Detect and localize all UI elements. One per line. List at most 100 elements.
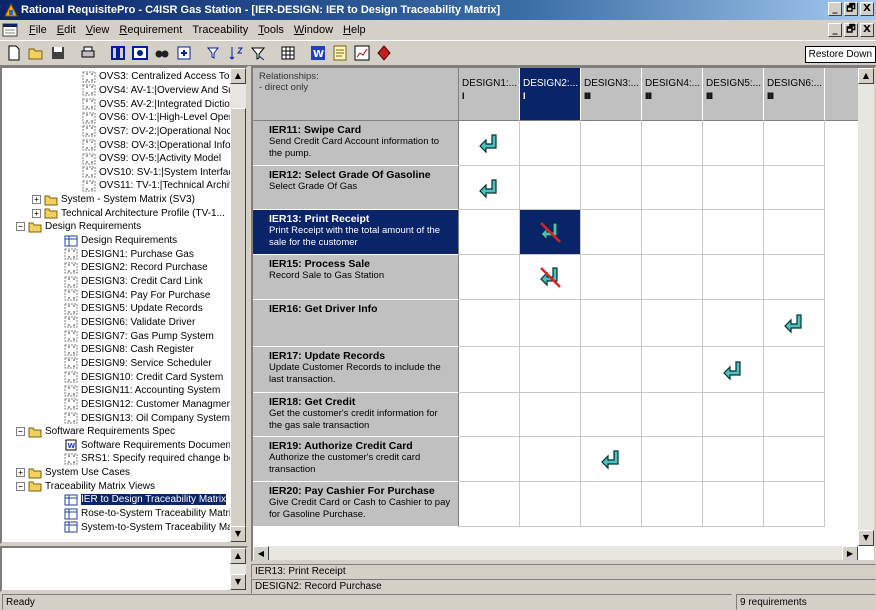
row-header[interactable]: IER19: Authorize Credit Card Authorize th… bbox=[253, 437, 459, 482]
tree-item[interactable]: DESIGN13: Oil Company System bbox=[64, 411, 230, 425]
rose-icon[interactable] bbox=[374, 43, 394, 63]
tree-item[interactable]: System-to-System Traceability Matri... bbox=[64, 520, 232, 534]
row-header[interactable]: IER13: Print Receipt Print Receipt with t… bbox=[253, 210, 459, 255]
matrix-cell[interactable] bbox=[703, 347, 764, 393]
matrix-cell[interactable] bbox=[764, 166, 825, 210]
requirement-icon[interactable] bbox=[108, 43, 128, 63]
menu-traceability[interactable]: Traceability bbox=[187, 24, 253, 36]
matrix-cell[interactable] bbox=[764, 300, 825, 347]
open-folder-icon[interactable] bbox=[26, 43, 46, 63]
view-icon[interactable] bbox=[130, 43, 150, 63]
trace-to-arrow-icon[interactable] bbox=[478, 132, 500, 154]
matrix-cell[interactable] bbox=[703, 166, 764, 210]
tree-item[interactable]: + System Use Cases bbox=[16, 466, 130, 480]
scroll-down-arrow-icon[interactable]: ▼ bbox=[230, 526, 246, 542]
scroll-up-arrow-icon[interactable]: ▲ bbox=[230, 68, 246, 84]
matrix-cell[interactable] bbox=[459, 482, 520, 527]
close-button[interactable]: X bbox=[860, 2, 874, 16]
tree-item[interactable]: OVS7: OV-2:|Operational Node ... bbox=[82, 125, 232, 139]
matrix-cell[interactable] bbox=[520, 121, 581, 166]
matrix-cell[interactable] bbox=[581, 166, 642, 210]
trace-to-arrow-icon[interactable] bbox=[600, 448, 622, 470]
matrix-cell[interactable] bbox=[642, 393, 703, 437]
matrix-cell[interactable] bbox=[581, 121, 642, 166]
menu-edit[interactable]: Edit bbox=[52, 24, 81, 36]
matrix-cell[interactable] bbox=[520, 393, 581, 437]
doc-close-button[interactable]: X bbox=[860, 23, 874, 37]
collapse-icon[interactable]: − bbox=[16, 427, 25, 437]
tree-item[interactable]: − Design Requirements bbox=[16, 220, 141, 234]
tree-item[interactable]: SRS1: Specify required change beh... bbox=[64, 452, 232, 466]
matrix-cell[interactable] bbox=[642, 347, 703, 393]
scroll-left-arrow-icon[interactable]: ◀ bbox=[253, 546, 269, 560]
matrix-vertical-scrollbar[interactable]: ▲ ▼ bbox=[858, 68, 874, 546]
query-icon[interactable] bbox=[248, 43, 268, 63]
print-icon[interactable] bbox=[78, 43, 98, 63]
matrix-cell[interactable] bbox=[642, 210, 703, 255]
matrix-icon[interactable] bbox=[278, 43, 298, 63]
document-icon[interactable] bbox=[330, 43, 350, 63]
matrix-cell[interactable] bbox=[703, 300, 764, 347]
trace-to-arrow-icon[interactable] bbox=[478, 177, 500, 199]
sort-icon[interactable] bbox=[226, 43, 246, 63]
tree-item[interactable]: W Software Requirements Document bbox=[64, 439, 232, 453]
collapse-icon[interactable]: − bbox=[16, 222, 25, 232]
properties-vertical-scrollbar[interactable]: ▲ ▼ bbox=[230, 548, 246, 590]
expand-icon[interactable]: + bbox=[32, 208, 41, 218]
row-header[interactable]: IER16: Get Driver Info bbox=[253, 300, 459, 347]
column-header[interactable]: DESIGN5:... IIII bbox=[703, 68, 764, 121]
matrix-cell[interactable] bbox=[703, 482, 764, 527]
tree-item[interactable]: IER to Design Traceability Matrix bbox=[64, 493, 227, 507]
tree-item[interactable]: DESIGN11: Accounting System bbox=[64, 384, 220, 398]
matrix-cell[interactable] bbox=[703, 210, 764, 255]
scroll-down-arrow-icon[interactable]: ▼ bbox=[230, 574, 246, 590]
tree-item[interactable]: OVS9: OV-5:|Activity Model bbox=[82, 152, 221, 166]
matrix-cell[interactable] bbox=[581, 482, 642, 527]
matrix-cell[interactable] bbox=[581, 210, 642, 255]
row-header[interactable]: IER18: Get Credit Get the customer's cred… bbox=[253, 393, 459, 437]
menu-view[interactable]: View bbox=[81, 24, 115, 36]
tree-item[interactable]: DESIGN4: Pay For Purchase bbox=[64, 288, 211, 302]
save-icon[interactable] bbox=[48, 43, 68, 63]
matrix-cell[interactable] bbox=[764, 210, 825, 255]
trace-to-arrow-icon[interactable] bbox=[722, 359, 744, 381]
column-header[interactable]: DESIGN6:... IIII bbox=[764, 68, 825, 121]
matrix-cell[interactable] bbox=[703, 437, 764, 482]
matrix-cell[interactable] bbox=[459, 210, 520, 255]
tree-item[interactable]: Design Requirements bbox=[64, 234, 177, 248]
row-header[interactable]: IER12: Select Grade Of Gasoline Select Gr… bbox=[253, 166, 459, 210]
tree-item[interactable]: DESIGN9: Service Scheduler bbox=[64, 357, 212, 371]
tree-item[interactable]: OVS6: OV-1:|High-Level Operat... bbox=[82, 111, 232, 125]
matrix-cell[interactable] bbox=[520, 347, 581, 393]
matrix-cell[interactable] bbox=[459, 255, 520, 300]
matrix-cell[interactable] bbox=[581, 300, 642, 347]
matrix-cell[interactable] bbox=[764, 437, 825, 482]
menu-tools[interactable]: Tools bbox=[253, 24, 289, 36]
row-header[interactable]: IER15: Process Sale Record Sale to Gas St… bbox=[253, 255, 459, 300]
matrix-cell[interactable] bbox=[520, 255, 581, 300]
row-header[interactable]: IER11: Swipe Card Send Credit Card Accoun… bbox=[253, 121, 459, 166]
matrix-cell[interactable] bbox=[459, 121, 520, 166]
tree-item[interactable]: Rose-to-System Traceability Matrix bbox=[64, 507, 232, 521]
export-icon[interactable] bbox=[174, 43, 194, 63]
matrix-cell[interactable] bbox=[642, 255, 703, 300]
matrix-cell[interactable] bbox=[764, 482, 825, 527]
matrix-cell[interactable] bbox=[520, 166, 581, 210]
matrix-cell[interactable] bbox=[459, 347, 520, 393]
matrix-cell[interactable] bbox=[703, 393, 764, 437]
doc-minimize-button[interactable]: _ bbox=[828, 23, 842, 37]
chart-icon[interactable] bbox=[352, 43, 372, 63]
matrix-cell[interactable] bbox=[520, 482, 581, 527]
tree-item[interactable]: DESIGN3: Credit Card Link bbox=[64, 275, 203, 289]
tree-item[interactable]: OVS11: TV-1:|Technical Archit... bbox=[82, 179, 232, 193]
menu-requirement[interactable]: Requirement bbox=[114, 24, 187, 36]
tree-item[interactable]: OVS8: OV-3:|Operational Inform... bbox=[82, 138, 232, 152]
expand-icon[interactable]: + bbox=[16, 468, 25, 478]
matrix-cell[interactable] bbox=[581, 347, 642, 393]
matrix-cell[interactable] bbox=[459, 166, 520, 210]
menu-help[interactable]: Help bbox=[338, 24, 371, 36]
column-header[interactable]: DESIGN4:... IIII bbox=[642, 68, 703, 121]
matrix-cell[interactable] bbox=[764, 255, 825, 300]
doc-maximize-button[interactable]: 🗗 bbox=[844, 23, 858, 37]
minimize-button[interactable]: _ bbox=[828, 2, 842, 16]
